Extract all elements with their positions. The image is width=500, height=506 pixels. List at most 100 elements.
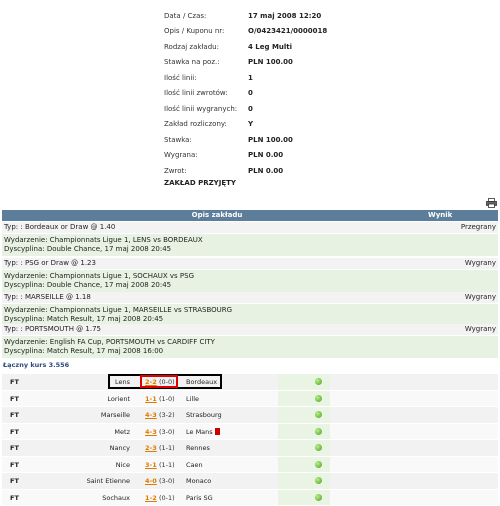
info-label: Zwrot: xyxy=(164,167,248,175)
info-row-lines: Ilość linii: 1 xyxy=(164,70,327,86)
bet-event: Wydarzenie: Championnats Ligue 1, MARSEI… xyxy=(4,306,496,315)
info-label: Ilość linii zwrotów: xyxy=(164,89,248,97)
away-team: Lille xyxy=(186,395,199,403)
bet-selection: Typ: : PSG or Draw @ 1.23 xyxy=(4,259,96,267)
bet-event: Wydarzenie: Championnats Ligue 1, SOCHAU… xyxy=(4,272,496,281)
status-dot-icon xyxy=(315,428,322,435)
half-time-score: (1-0) xyxy=(159,395,175,403)
status-column xyxy=(278,457,330,473)
status-dot-icon xyxy=(315,395,322,402)
status-dot-icon xyxy=(315,411,322,418)
bet-item: Typ: : PSG or Draw @ 1.23 Wygrany Wydarz… xyxy=(2,258,498,292)
away-team: Rennes xyxy=(186,444,210,452)
info-label: Zakład rozliczony: xyxy=(164,120,248,128)
info-value: 4 Leg Multi xyxy=(248,43,292,51)
match-status: FT xyxy=(10,378,19,386)
info-value: PLN 100.00 xyxy=(248,136,293,144)
info-row-date: Data / Czas: 17 maj 2008 12:20 xyxy=(164,8,327,24)
match-score-link[interactable]: 1-1 xyxy=(145,395,157,403)
half-time-score: (3-0) xyxy=(159,428,175,436)
status-column xyxy=(278,374,330,390)
home-team: Nancy xyxy=(110,444,130,452)
bet-selection: Typ: : MARSEILLE @ 1.18 xyxy=(4,293,91,301)
home-team: Sochaux xyxy=(102,494,130,502)
bet-discipline: Dyscyplina: Match Result, 17 maj 2008 16… xyxy=(4,347,496,356)
bet-type-row: Typ: : PSG or Draw @ 1.23 Wygrany xyxy=(2,258,498,270)
info-row-stake-per-line: Stawka na poz.: PLN 100.00 xyxy=(164,55,327,71)
info-value: PLN 0.00 xyxy=(248,151,283,159)
highlight-score-box xyxy=(140,375,178,388)
result-row: FT Nancy 2-3 (1-1) Rennes xyxy=(2,440,498,457)
away-team: Strasbourg xyxy=(186,411,222,419)
match-score-link[interactable]: 3-1 xyxy=(145,461,157,469)
result-row: FT Nice 3-1 (1-1) Caen xyxy=(2,457,498,474)
info-label: Stawka: xyxy=(164,136,248,144)
status-dot-icon xyxy=(315,378,322,385)
status-column xyxy=(278,424,330,440)
result-row: FT Lens 2-2 (0-0) Bordeaux xyxy=(2,374,498,391)
home-team: Marseille xyxy=(101,411,130,419)
half-time-score: (3-2) xyxy=(159,411,175,419)
info-row-coupon-number: Opis / Kuponu nr: O/0423421/0000018 xyxy=(164,24,327,40)
match-score-link[interactable]: 1-2 xyxy=(145,494,157,502)
match-status: FT xyxy=(10,428,19,436)
red-card-icon xyxy=(215,428,220,435)
match-status: FT xyxy=(10,411,19,419)
bet-event-details: Wydarzenie: Championnats Ligue 1, MARSEI… xyxy=(2,304,498,326)
bet-result: Wygrany xyxy=(465,325,496,333)
home-team: Metz xyxy=(114,428,130,436)
status-column xyxy=(278,473,330,489)
match-status: FT xyxy=(10,444,19,452)
header-result: Wynik xyxy=(428,211,452,219)
printer-icon[interactable] xyxy=(486,198,497,208)
bet-result: Przegrany xyxy=(461,223,496,231)
bet-discipline: Dyscyplina: Double Chance, 17 maj 2008 2… xyxy=(4,245,496,254)
home-team: Nice xyxy=(116,461,130,469)
bet-accepted-label: ZAKŁAD PRZYJĘTY xyxy=(164,179,236,187)
result-row: FT Metz 4-3 (3-0) Le Mans xyxy=(2,424,498,441)
status-dot-icon xyxy=(315,461,322,468)
info-label: Data / Czas: xyxy=(164,12,248,20)
results-table: FT Lens 2-2 (0-0) Bordeaux FT Lorient 1-… xyxy=(2,374,498,506)
info-value: PLN 0.00 xyxy=(248,167,283,175)
info-row-settled: Zakład rozliczony: Y xyxy=(164,117,327,133)
away-team: Caen xyxy=(186,461,203,469)
header-description: Opis zakładu xyxy=(2,211,432,219)
away-team: Le Mans xyxy=(186,428,213,436)
bet-item: Typ: : PORTSMOUTH @ 1.75 Wygrany Wydarze… xyxy=(2,324,498,358)
info-row-refund-lines: Ilość linii zwrotów: 0 xyxy=(164,86,327,102)
bet-selection: Typ: : PORTSMOUTH @ 1.75 xyxy=(4,325,101,333)
half-time-score: (1-1) xyxy=(159,461,175,469)
bet-event: Wydarzenie: English FA Cup, PORTSMOUTH v… xyxy=(4,338,496,347)
match-score-link[interactable]: 4-0 xyxy=(145,477,157,485)
status-column xyxy=(278,391,330,407)
info-row-stake: Stawka: PLN 100.00 xyxy=(164,132,327,148)
info-value: PLN 100.00 xyxy=(248,58,293,66)
bet-event-details: Wydarzenie: English FA Cup, PORTSMOUTH v… xyxy=(2,336,498,358)
match-status: FT xyxy=(10,395,19,403)
home-team: Lorient xyxy=(107,395,130,403)
info-value: 0 xyxy=(248,105,253,113)
match-score-link[interactable]: 2-3 xyxy=(145,444,157,452)
bet-type-row: Typ: : PORTSMOUTH @ 1.75 Wygrany xyxy=(2,324,498,336)
half-time-score: (0-1) xyxy=(159,494,175,502)
info-row-bet-type: Rodzaj zakładu: 4 Leg Multi xyxy=(164,39,327,55)
coupon-info: Data / Czas: 17 maj 2008 12:20 Opis / Ku… xyxy=(164,8,327,179)
bet-result: Wygrany xyxy=(465,259,496,267)
info-value: 0 xyxy=(248,89,253,97)
away-team: Monaco xyxy=(186,477,211,485)
bet-table-header: Opis zakładu Wynik xyxy=(2,210,498,221)
total-odds: Łączny kurs 3.556 xyxy=(3,361,69,369)
info-label: Wygrana: xyxy=(164,151,248,159)
result-row: FT Lorient 1-1 (1-0) Lille xyxy=(2,391,498,408)
info-label: Opis / Kuponu nr: xyxy=(164,27,248,35)
match-score-link[interactable]: 4-3 xyxy=(145,411,157,419)
bet-item: Typ: : MARSEILLE @ 1.18 Wygrany Wydarzen… xyxy=(2,292,498,326)
match-status: FT xyxy=(10,494,19,502)
half-time-score: (1-1) xyxy=(159,444,175,452)
bet-discipline: Dyscyplina: Double Chance, 17 maj 2008 2… xyxy=(4,281,496,290)
match-status: FT xyxy=(10,477,19,485)
info-label: Ilość linii wygranych: xyxy=(164,105,248,113)
match-score-link[interactable]: 4-3 xyxy=(145,428,157,436)
bet-selection: Typ: : Bordeaux or Draw @ 1.40 xyxy=(4,223,115,231)
